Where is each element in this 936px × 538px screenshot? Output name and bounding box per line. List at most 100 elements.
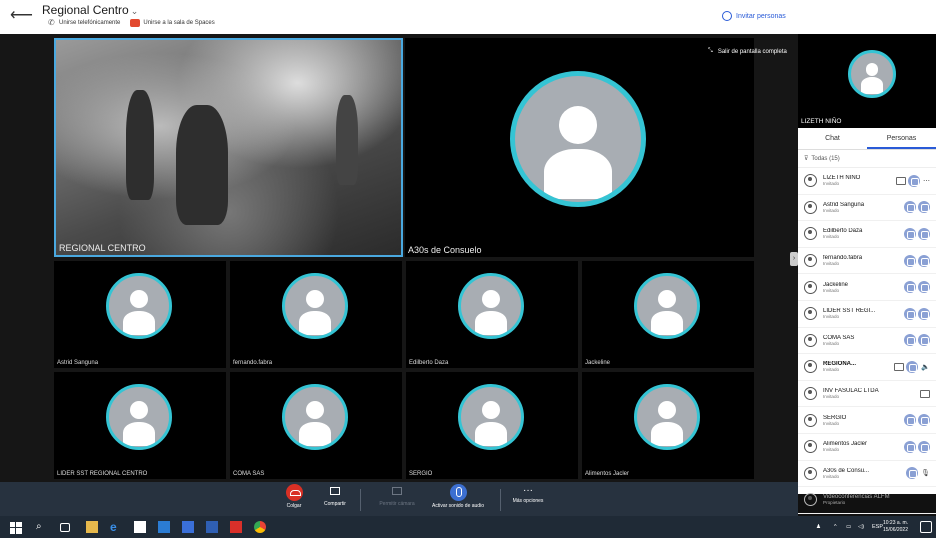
mic-icon[interactable]: 🎙 [921,469,930,477]
participant-row[interactable]: LIZETH NIÑO Invitado ⋯ [798,168,936,195]
participant-info: Alimentos Jacler Invitado [823,441,902,452]
join-spaces-link[interactable]: Unirse a la sala de Spaces [130,19,215,27]
avatar [458,384,524,450]
participant-info: REGIONA... Invitado [823,361,891,372]
mail-icon[interactable] [158,521,170,533]
participant-row[interactable]: SERGIO Invitado [798,407,936,434]
video-tile[interactable]: Edilberto Daza [406,261,578,368]
tab-chat[interactable]: Chat [798,128,867,149]
tile-name: SERGIO [409,471,433,477]
word-icon[interactable] [206,521,218,533]
self-name: LIZETH NIÑO [801,118,842,125]
store-icon[interactable] [134,521,146,533]
avatar-body [474,421,508,446]
hangup-button[interactable]: Colgar [282,484,306,509]
panel-tabs: Chat Personas [798,128,936,150]
chrome-icon[interactable] [254,521,266,533]
participant-row[interactable]: A30s de Consu... Invitado 🎙 [798,461,936,488]
network-icon[interactable]: ▭ [846,524,851,530]
participant-row[interactable]: fernando.fabra Invitado [798,248,936,275]
participant-role: Invitado [823,394,840,400]
back-icon[interactable]: ⟵ [10,7,33,25]
person-add-icon [722,11,732,21]
participant-info: A30s de Consu... Invitado [823,468,904,479]
video-tile-main[interactable]: REGIONAL CENTRO [54,38,403,257]
people-icon[interactable]: ♟ [816,524,821,530]
share-button[interactable]: Compartir [318,484,352,507]
avatar-head [658,290,676,309]
screen-share-icon [894,362,905,371]
participant-row[interactable]: Alimentos Jacler Invitado [798,434,936,461]
file-explorer-icon[interactable] [86,521,98,533]
participant-row[interactable]: Videoconferencias ALFM Propietario [798,487,936,514]
mic-muted-icon[interactable] [918,440,930,453]
video-tile[interactable]: fernando.fabra [230,261,402,368]
participant-info: Astrid Sanguna Invitado [823,202,902,213]
mic-muted-icon[interactable] [918,201,930,214]
meeting-title[interactable]: Regional Centro ⌄ [42,3,138,17]
acrobat-icon[interactable] [230,521,242,533]
participant-row[interactable]: Edilberto Daza Invitado [798,221,936,248]
allow-camera-button[interactable]: Permitir cámara [374,484,420,507]
participant-avatar-icon [804,254,817,268]
participant-info: LIZETH NIÑO Invitado [823,175,893,186]
more-label: Más opciones [512,498,544,504]
video-tile[interactable]: Astrid Sanguna [54,261,226,368]
participant-row[interactable]: INV FASULAC LTDA Invitado [798,381,936,408]
participant-row[interactable]: REGIONA... Invitado 🔈 [798,354,936,381]
video-tile[interactable]: LIDER SST REGIONAL CENTRO [54,372,226,479]
avatar [634,384,700,450]
participant-info: LIDER SST REGI... Invitado [823,308,902,319]
mic-muted-icon[interactable] [918,281,930,294]
collapse-panel-button[interactable]: › [790,252,798,266]
unmute-button[interactable]: Activar sonido de audio [424,484,492,509]
divider [500,489,501,511]
volume-icon[interactable]: ◁) [858,524,864,530]
participant-row[interactable]: Jackeline Invitado [798,274,936,301]
participant-avatar-icon [804,360,817,374]
divider [360,489,361,511]
participant-avatar-icon [804,227,817,241]
participant-info: SERGIO Invitado [823,415,902,426]
mic-muted-icon[interactable] [918,254,930,267]
mic-muted-icon[interactable] [918,334,930,347]
participant-avatar-icon [804,174,817,188]
camera-off-icon [896,176,906,185]
input-language[interactable]: ESP [872,524,883,530]
avatar [848,50,896,98]
more-options-icon[interactable]: ⋯ [923,177,930,185]
participant-filter[interactable]: ⊽ Todas (15) [798,150,936,168]
video-tile[interactable]: SERGIO [406,372,578,479]
more-options-button[interactable]: ··· Más opciones [508,484,548,504]
edge-icon[interactable]: e [110,521,122,533]
video-tile[interactable]: COMA SAS [230,372,402,479]
chevron-down-icon: ⌄ [130,6,139,16]
avatar-head [482,290,500,309]
join-phone-link[interactable]: ✆ Unirse telefónicamente [48,19,120,27]
participant-row[interactable]: COMA SAS Invitado [798,328,936,355]
participant-row[interactable]: Astrid Sanguna Invitado [798,195,936,222]
mic-muted-icon[interactable] [908,174,920,187]
chevron-up-icon[interactable]: ^ [834,524,837,530]
mic-muted-icon[interactable] [918,227,930,240]
clock[interactable]: 10:23 a. m. 15/06/2022 [883,520,908,534]
camera-off-icon [904,227,916,240]
mic-muted-icon[interactable] [918,414,930,427]
invite-people-button[interactable]: Invitar personas [722,11,786,21]
exit-fullscreen-button[interactable]: ⤡ Salir de pantalla completa [708,48,787,55]
tab-people[interactable]: Personas [867,128,936,149]
mic-muted-icon[interactable] [918,307,930,320]
participant-row[interactable]: LIDER SST REGI... Invitado [798,301,936,328]
camera-off-icon [904,440,916,453]
participant-avatar-icon [804,280,817,294]
participant-avatar-icon [804,440,817,454]
video-tile[interactable]: Jackeline [582,261,754,368]
notifications-icon[interactable] [920,521,932,533]
windows-start-icon[interactable] [10,521,22,534]
search-icon[interactable]: ⌕ [36,521,48,533]
outlook-icon[interactable] [182,521,194,533]
video-tile-main[interactable]: A30s de Consuelo [405,38,754,257]
task-view-icon[interactable] [60,523,70,532]
video-tile[interactable]: Alimentos Jacler [582,372,754,479]
video-figure [126,90,154,200]
